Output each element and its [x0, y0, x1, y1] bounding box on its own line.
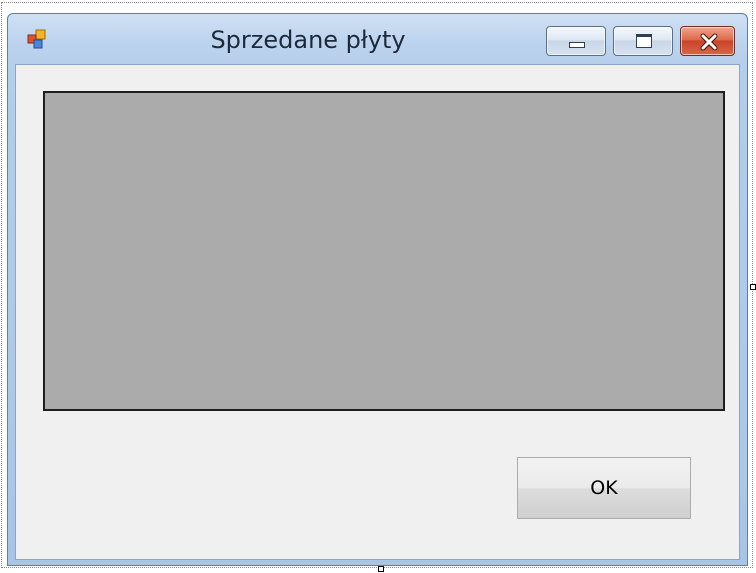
close-icon: [700, 33, 718, 51]
maximize-button[interactable]: [613, 26, 673, 56]
ok-button[interactable]: OK: [517, 457, 691, 519]
data-grid-view[interactable]: [43, 91, 725, 411]
minimize-icon: [569, 42, 585, 48]
close-button[interactable]: [680, 26, 735, 56]
window-title: Sprzedane płyty: [210, 26, 406, 54]
resize-handle-right[interactable]: [750, 284, 756, 290]
designer-surface: Sprzedane płyty OK: [0, 0, 756, 573]
minimize-button[interactable]: [546, 26, 606, 56]
form-window: Sprzedane płyty OK: [7, 13, 748, 566]
title-bar[interactable]: Sprzedane płyty: [8, 14, 747, 64]
form-client-area: OK: [15, 64, 740, 560]
resize-handle-bottom[interactable]: [378, 566, 384, 572]
maximize-icon: [636, 34, 652, 48]
